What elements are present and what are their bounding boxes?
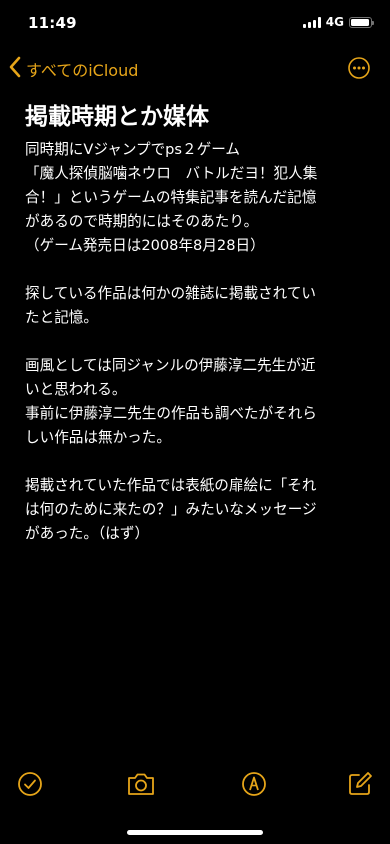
note-line: 探している作品は何かの雑誌に掲載されてい — [25, 285, 317, 302]
markup-icon — [240, 772, 268, 802]
note-title[interactable]: 掲載時期とか媒体 — [25, 100, 370, 134]
note-line: たと記憶。 — [25, 309, 98, 326]
checklist-icon — [16, 772, 44, 802]
network-type: 4G — [325, 15, 344, 29]
more-options-button[interactable] — [348, 57, 370, 79]
note-line: 掲載されていた作品では表紙の扉絵に「それ — [25, 477, 317, 494]
note-editor[interactable]: 掲載時期とか媒体 同時期にVジャンプでps２ゲーム「魔人探偵脳噛ネウロ バトルだ… — [25, 100, 370, 546]
battery-icon — [349, 16, 374, 28]
note-line: があった。（はず） — [25, 525, 150, 542]
bottom-toolbar — [0, 770, 390, 802]
note-line: 「魔人探偵脳噛ネウロ バトルだヨ！犯人集 — [25, 165, 318, 182]
status-bar: 11:49 4G — [0, 0, 390, 44]
chevron-left-icon — [8, 56, 22, 82]
nav-bar: すべてのiCloud — [0, 52, 390, 86]
compose-button[interactable] — [346, 770, 374, 798]
cellular-signal-icon — [302, 16, 321, 28]
checklist-button[interactable] — [16, 770, 44, 798]
status-time: 11:49 — [28, 14, 77, 32]
note-line: 合！」というゲームの特集記事を読んだ記憶 — [25, 189, 317, 206]
markup-button[interactable] — [240, 770, 268, 798]
ellipsis-circle-icon — [348, 57, 370, 83]
back-button[interactable]: すべてのiCloud — [8, 56, 138, 82]
home-indicator[interactable] — [127, 830, 263, 835]
status-indicators: 4G — [302, 15, 374, 29]
note-line: 画風としては同ジャンルの伊藤淳二先生が近 — [25, 357, 316, 374]
back-label: すべてのiCloud — [26, 61, 139, 80]
note-body[interactable]: 同時期にVジャンプでps２ゲーム「魔人探偵脳噛ネウロ バトルだヨ！犯人集 合！」と… — [25, 138, 370, 546]
note-line: があるので時期的にはそのあたり。 — [25, 213, 259, 230]
note-line: しい作品は無かった。 — [25, 429, 171, 446]
note-line: 同時期にVジャンプでps２ゲーム — [25, 141, 240, 158]
camera-icon — [125, 773, 157, 802]
note-line: いと思われる。 — [25, 381, 127, 398]
note-line: 事前に伊藤淳二先生の作品も調べたがそれら — [25, 405, 317, 422]
note-line: は何のために来たの？」みたいなメッセージ — [25, 501, 317, 518]
compose-icon — [346, 772, 374, 802]
battery-level — [351, 18, 370, 26]
note-line: （ゲーム発売日は2008年8月28日） — [25, 237, 265, 254]
camera-button[interactable] — [125, 770, 157, 798]
